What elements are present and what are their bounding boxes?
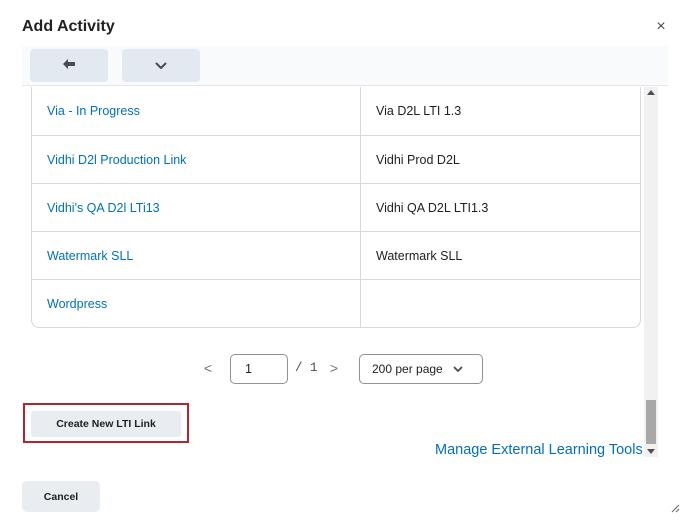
tool-link[interactable]: Via - In Progress xyxy=(32,87,361,135)
scroll-down-arrow-icon[interactable] xyxy=(647,449,655,454)
tool-link[interactable]: Vidhi's QA D2l LTi13 xyxy=(32,184,361,231)
chevron-down-icon xyxy=(155,57,167,75)
table-row: Wordpress xyxy=(32,279,640,327)
per-page-value: 200 per page xyxy=(372,362,443,376)
manage-external-learning-tools-link[interactable]: Manage External Learning Tools xyxy=(435,442,643,458)
tool-link[interactable]: Vidhi D2l Production Link xyxy=(32,136,361,183)
tool-description xyxy=(361,280,640,327)
toolbar xyxy=(22,46,668,86)
dialog-title: Add Activity xyxy=(22,18,115,35)
add-activity-dialog: Add Activity × Via - In Progress Via D2L… xyxy=(0,0,686,529)
per-page-select[interactable]: 200 per page xyxy=(359,354,483,384)
resize-handle-icon[interactable] xyxy=(668,500,680,513)
tool-description: Vidhi QA D2L LTI1.3 xyxy=(376,200,489,215)
create-new-lti-link-button[interactable]: Create New LTI Link xyxy=(31,411,181,437)
previous-page-button[interactable]: < xyxy=(201,360,215,376)
options-menu-button[interactable] xyxy=(122,49,200,82)
tool-link[interactable]: Watermark SLL xyxy=(32,232,361,279)
scroll-up-arrow-icon[interactable] xyxy=(647,90,655,95)
tool-description: Vidhi Prod D2L xyxy=(376,152,460,167)
close-icon[interactable]: × xyxy=(653,19,669,35)
cancel-button[interactable]: Cancel xyxy=(22,481,100,512)
table-row: Via - In Progress Via D2L LTI 1.3 xyxy=(32,87,640,135)
tools-table: Via - In Progress Via D2L LTI 1.3 Vidhi … xyxy=(31,87,641,328)
tool-description: Watermark SLL xyxy=(376,248,463,263)
table-row: Watermark SLL Watermark SLL xyxy=(32,231,640,279)
table-row: Vidhi's QA D2l LTi13 Vidhi QA D2L LTI1.3 xyxy=(32,183,640,231)
scrollbar-thumb[interactable] xyxy=(646,400,656,444)
create-button-highlight: Create New LTI Link xyxy=(23,403,189,443)
tool-link[interactable]: Wordpress xyxy=(32,280,361,327)
page-number-input[interactable] xyxy=(230,354,288,384)
tool-description: Via D2L LTI 1.3 xyxy=(376,104,462,118)
arrow-left-icon xyxy=(62,57,76,75)
table-row: Vidhi D2l Production Link Vidhi Prod D2L xyxy=(32,135,640,183)
next-page-button[interactable]: > xyxy=(327,360,341,376)
tools-list-scroll-area: Via - In Progress Via D2L LTI 1.3 Vidhi … xyxy=(22,87,644,390)
pagination: < / 1 > 200 per page xyxy=(0,354,686,384)
chevron-down-icon xyxy=(453,366,463,373)
vertical-scrollbar[interactable] xyxy=(644,87,658,457)
back-button[interactable] xyxy=(30,49,108,82)
page-total: / 1 xyxy=(295,361,318,375)
